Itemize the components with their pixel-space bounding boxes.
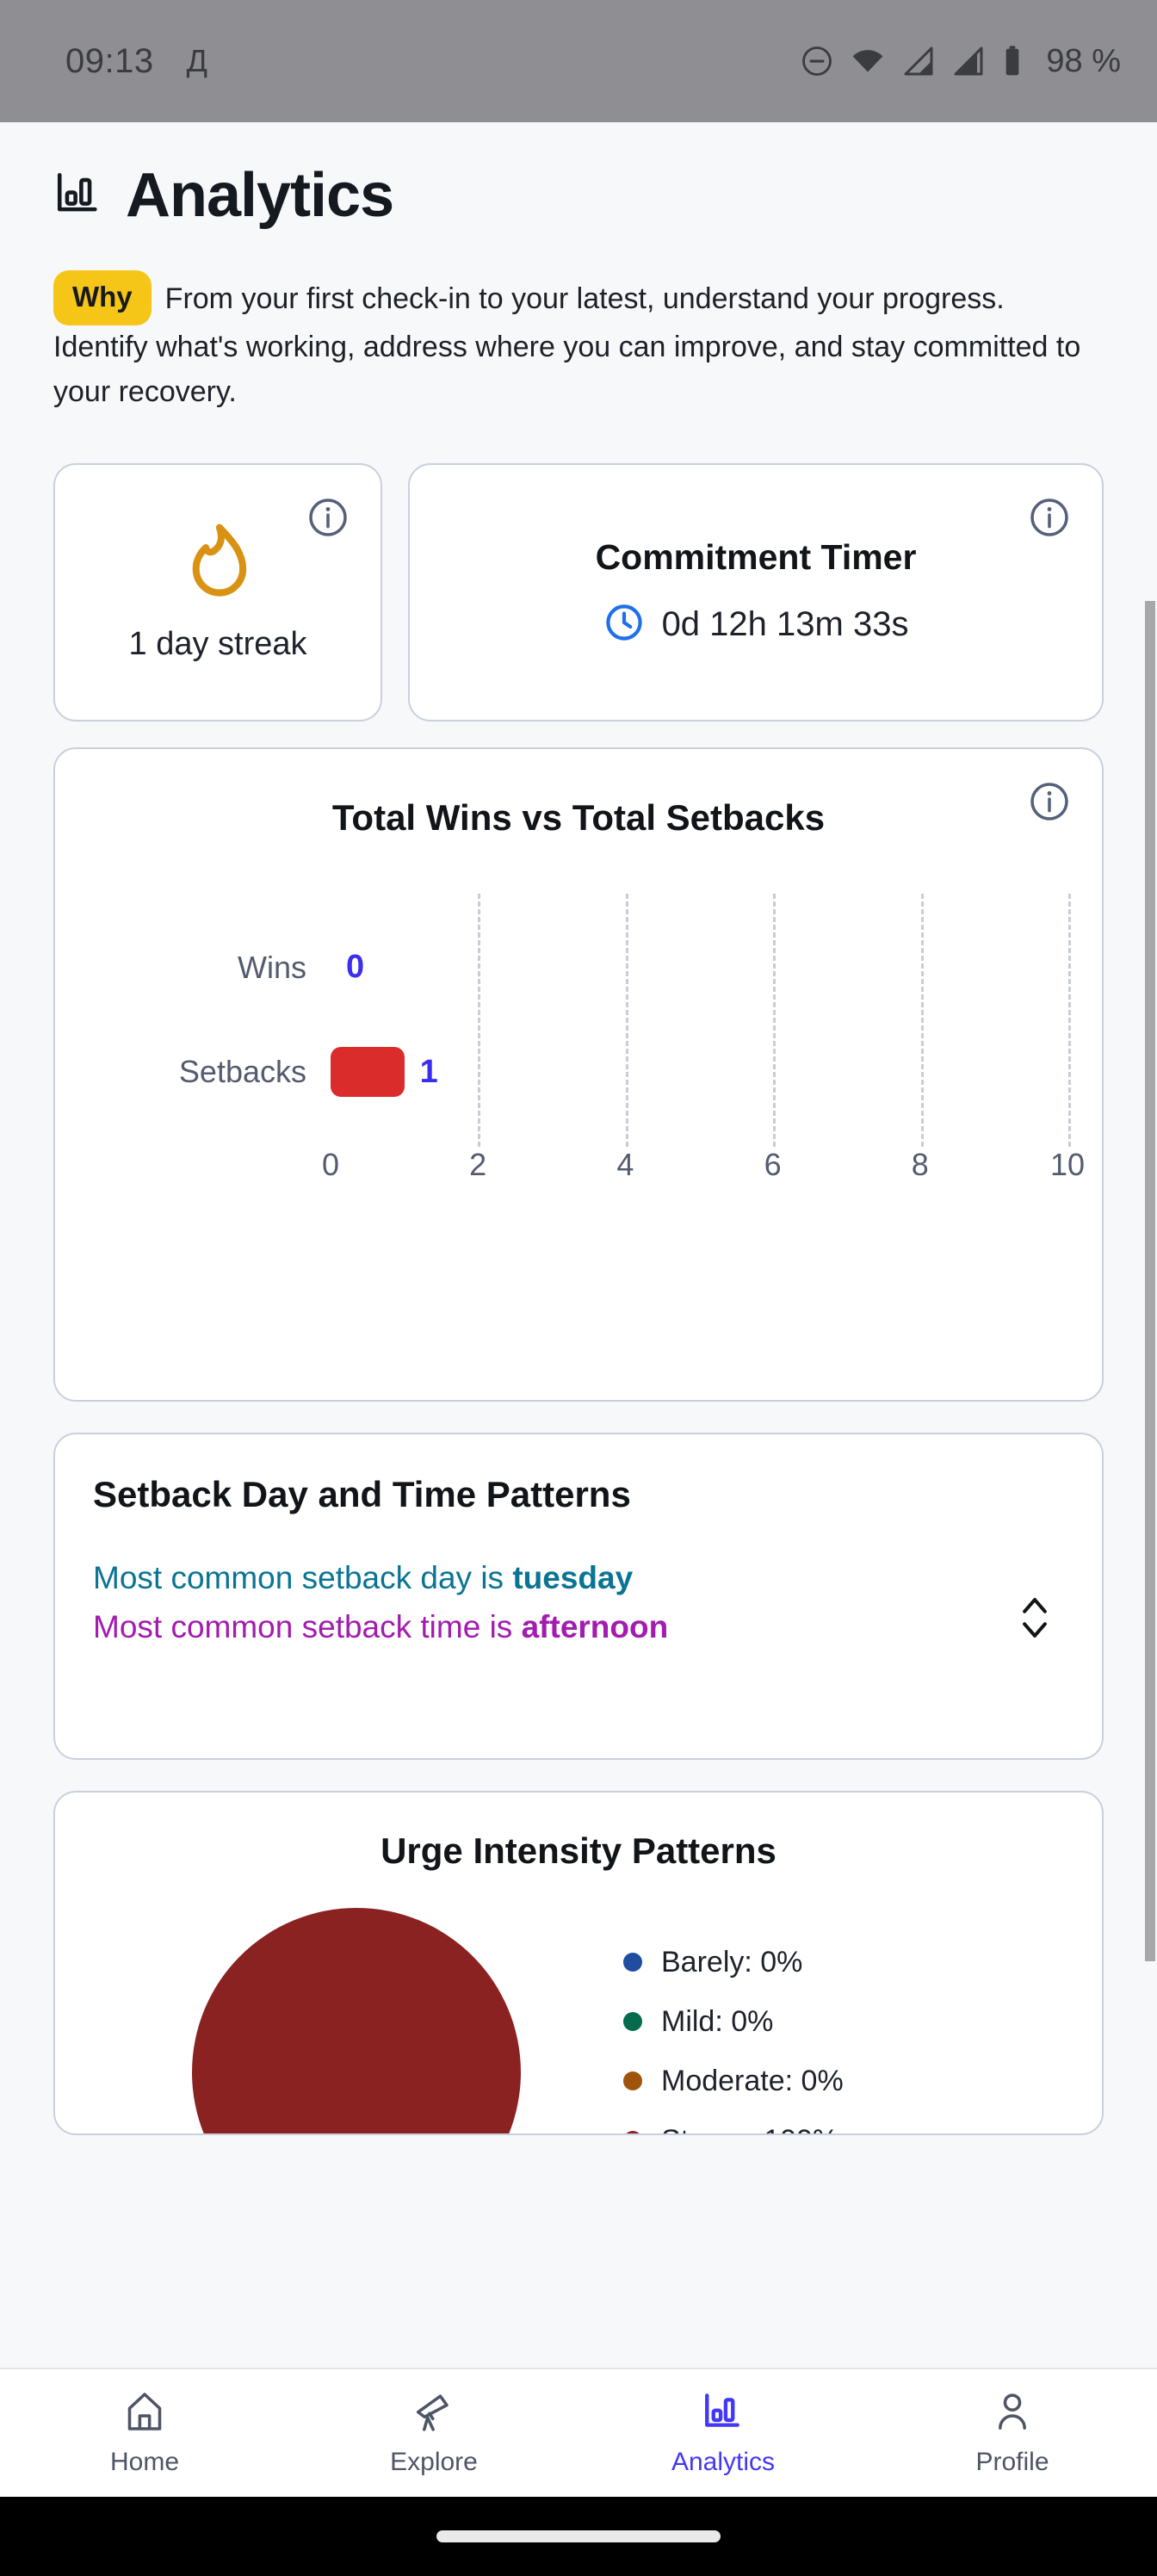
bottom-tab-bar: Home Explore Analytics Profile bbox=[0, 2368, 1157, 2497]
bar-fill bbox=[331, 1047, 405, 1098]
wins-vs-setbacks-title: Total Wins vs Total Setbacks bbox=[331, 796, 826, 838]
x-axis-tick: 0 bbox=[321, 1146, 340, 1182]
tab-profile[interactable]: Profile bbox=[868, 2390, 1157, 2477]
urge-pie-chart bbox=[192, 1907, 521, 2133]
commitment-timer-value-row: 0d 12h 13m 33s bbox=[603, 602, 909, 647]
x-axis-tick: 4 bbox=[616, 1146, 634, 1182]
bar-track: 1 bbox=[331, 1042, 1067, 1102]
urge-intensity-body: Barely: 0% Mild: 0% Moderate: 0% Strong: 10… bbox=[90, 1907, 1067, 2133]
bar-row: Wins 0 bbox=[90, 938, 1067, 998]
legend-item: Barely: 0% bbox=[623, 1946, 906, 1979]
tab-analytics-label: Analytics bbox=[671, 2447, 776, 2476]
setback-time-line: Most common setback time is afternoon bbox=[93, 1608, 669, 1644]
battery-icon bbox=[1001, 44, 1024, 78]
system-gesture-bar bbox=[0, 2497, 1157, 2576]
legend-label: Moderate: 0% bbox=[661, 2064, 844, 2097]
bar-chart-rows: Wins 0 Setbacks 1 bbox=[90, 894, 1067, 1147]
legend-label: Strong: 100% bbox=[661, 2124, 838, 2133]
bar-value-label: 0 bbox=[346, 949, 365, 986]
x-axis-tick: 6 bbox=[764, 1146, 782, 1182]
legend-color-dot bbox=[623, 1953, 642, 1972]
do-not-disturb-icon bbox=[800, 44, 834, 78]
gridline bbox=[1067, 893, 1071, 1147]
vertical-scrollbar[interactable] bbox=[1145, 601, 1155, 1961]
bar-category-label: Setbacks bbox=[178, 1054, 306, 1090]
legend-item: Strong: 100% bbox=[623, 2124, 906, 2133]
tab-home[interactable]: Home bbox=[0, 2390, 289, 2477]
person-icon bbox=[991, 2390, 1034, 2437]
streak-label: 1 day streak bbox=[128, 625, 307, 662]
setback-patterns-title: Setback Day and Time Patterns bbox=[93, 1473, 631, 1514]
tab-home-label: Home bbox=[109, 2447, 180, 2476]
summary-cards-row: 1 day streak Commitment Timer 0d 12h 13m… bbox=[53, 462, 1104, 721]
status-bar: 09:13 Д 98 % bbox=[0, 0, 1157, 122]
commitment-timer-title: Commitment Timer bbox=[595, 536, 917, 577]
wins-vs-setbacks-card[interactable]: Total Wins vs Total Setbacks Wins 0 Setbac… bbox=[53, 746, 1104, 1402]
urge-legend: Barely: 0% Mild: 0% Moderate: 0% Strong: 10… bbox=[623, 1908, 906, 2133]
scroll-content[interactable]: Analytics Why From your first check-in to… bbox=[0, 122, 1157, 2368]
streak-card[interactable]: 1 day streak bbox=[53, 462, 382, 721]
tab-explore-label: Explore bbox=[390, 2447, 478, 2476]
setback-day-value: tuesday bbox=[512, 1559, 634, 1595]
why-text: From your first check-in to your latest,… bbox=[53, 282, 1081, 408]
why-badge: Why bbox=[53, 270, 152, 326]
status-bar-locale-glyph: Д bbox=[186, 43, 207, 78]
x-axis-tick: 8 bbox=[911, 1146, 929, 1182]
bar-value-label: 1 bbox=[419, 1053, 438, 1090]
legend-color-dot bbox=[623, 2012, 642, 2031]
commitment-timer-value: 0d 12h 13m 33s bbox=[661, 604, 909, 643]
page-title: Analytics bbox=[126, 161, 394, 230]
page-header: Analytics bbox=[53, 160, 1104, 231]
tab-analytics[interactable]: Analytics bbox=[578, 2390, 868, 2477]
analytics-bar-chart-icon bbox=[53, 169, 103, 223]
bar-chart-plot: Wins 0 Setbacks 1 0 2 4 6 8 10 bbox=[90, 893, 1085, 1186]
legend-item: Mild: 0% bbox=[623, 2005, 906, 2039]
urge-intensity-title: Urge Intensity Patterns bbox=[381, 1830, 776, 1871]
legend-color-dot bbox=[623, 2131, 642, 2133]
x-axis-tick: 2 bbox=[469, 1146, 487, 1182]
bar-category-label: Wins bbox=[238, 949, 306, 985]
telescope-icon bbox=[412, 2390, 455, 2437]
wifi-icon bbox=[850, 44, 886, 78]
status-bar-clock: 09:13 bbox=[65, 41, 154, 80]
info-circle-icon[interactable] bbox=[1028, 780, 1071, 823]
status-bar-right: 98 % bbox=[800, 43, 1121, 80]
legend-label: Barely: 0% bbox=[661, 1945, 803, 1978]
tab-profile-label: Profile bbox=[975, 2447, 1049, 2476]
urge-pie-wrap bbox=[90, 1907, 623, 2133]
commitment-timer-card[interactable]: Commitment Timer 0d 12h 13m 33s bbox=[408, 462, 1104, 721]
x-axis-tick: 10 bbox=[1049, 1146, 1086, 1182]
legend-label: Mild: 0% bbox=[661, 2004, 774, 2038]
setback-patterns-card[interactable]: Setback Day and Time Patterns Most commo… bbox=[53, 1432, 1104, 1760]
status-bar-left: 09:13 Д bbox=[65, 42, 207, 81]
urge-intensity-card[interactable]: Urge Intensity Patterns Barely: 0% Mild: … bbox=[53, 1790, 1104, 2135]
chevron-up-down-icon[interactable] bbox=[1016, 1591, 1054, 1649]
info-circle-icon[interactable] bbox=[1028, 496, 1071, 539]
analytics-bar-chart-icon bbox=[702, 2390, 745, 2437]
setback-time-value: afternoon bbox=[521, 1608, 669, 1644]
home-icon bbox=[123, 2390, 166, 2437]
legend-color-dot bbox=[623, 2071, 642, 2090]
bar-track: 0 bbox=[331, 938, 1067, 998]
tab-explore[interactable]: Explore bbox=[289, 2390, 578, 2477]
phone-screen: 09:13 Д 98 % Analytics Why From your fir… bbox=[0, 0, 1157, 2576]
flame-icon bbox=[178, 522, 257, 612]
signal-2-icon bbox=[951, 44, 986, 78]
setback-day-line: Most common setback day is tuesday bbox=[93, 1559, 634, 1595]
info-circle-icon[interactable] bbox=[306, 496, 350, 539]
legend-item: Moderate: 0% bbox=[623, 2065, 906, 2098]
clock-icon bbox=[603, 602, 645, 647]
signal-1-icon bbox=[901, 44, 936, 78]
bar-row: Setbacks 1 bbox=[90, 1042, 1067, 1102]
bar-chart-x-axis: 0 2 4 6 8 10 bbox=[322, 1146, 1085, 1186]
why-description: Why From your first check-in to your late… bbox=[53, 270, 1104, 415]
home-indicator[interactable] bbox=[436, 2530, 721, 2542]
battery-percentage: 98 % bbox=[1046, 42, 1121, 79]
